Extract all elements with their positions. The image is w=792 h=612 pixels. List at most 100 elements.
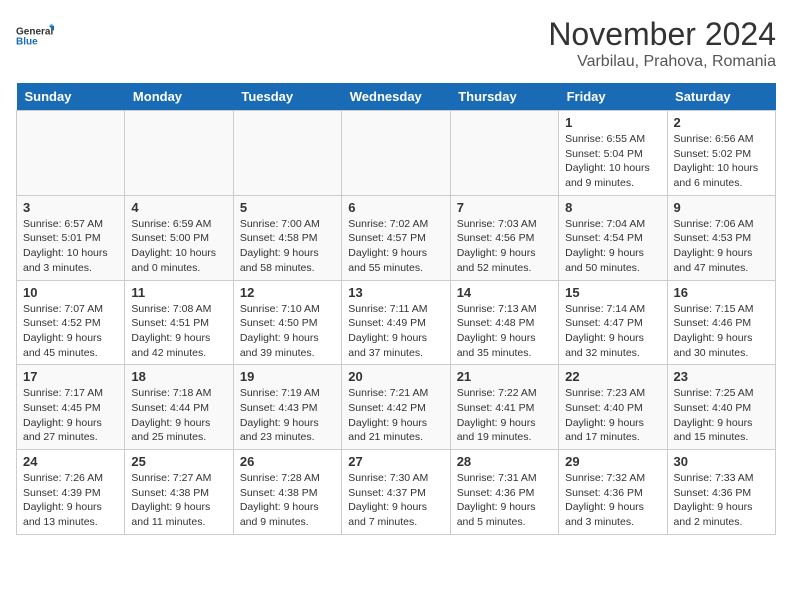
- weekday-header-sunday: Sunday: [17, 83, 125, 111]
- calendar-cell: 12 Sunrise: 7:10 AM Sunset: 4:50 PM Dayli…: [233, 280, 341, 365]
- day-number: 11: [131, 285, 226, 300]
- calendar-cell: 24Sunrise: 7:26 AM Sunset: 4:39 PM Dayli…: [17, 450, 125, 535]
- day-info: Sunrise: 7:31 AM Sunset: 4:36 PM Dayligh…: [457, 471, 552, 530]
- calendar-week-3: 10 Sunrise: 7:07 AM Sunset: 4:52 PM Dayli…: [17, 280, 776, 365]
- day-info: Sunrise: 7:21 AM Sunset: 4:42 PM Dayligh…: [348, 386, 443, 445]
- day-number: 10: [23, 285, 118, 300]
- logo-svg: General Blue: [16, 16, 56, 56]
- calendar-cell: 20 Sunrise: 7:21 AM Sunset: 4:42 PM Dayli…: [342, 365, 450, 450]
- calendar-cell: 13 Sunrise: 7:11 AM Sunset: 4:49 PM Dayli…: [342, 280, 450, 365]
- day-number: 18: [131, 369, 226, 384]
- day-number: 29: [565, 454, 660, 469]
- day-info: Sunrise: 6:59 AM Sunset: 5:00 PM Dayligh…: [131, 217, 226, 276]
- day-number: 12: [240, 285, 335, 300]
- month-title: November 2024: [548, 16, 776, 53]
- calendar-cell: 18 Sunrise: 7:18 AM Sunset: 4:44 PM Dayli…: [125, 365, 233, 450]
- day-number: 4: [131, 200, 226, 215]
- calendar-table: SundayMondayTuesdayWednesdayThursdayFrid…: [16, 83, 776, 535]
- calendar-cell: 22Sunrise: 7:23 AM Sunset: 4:40 PM Dayli…: [559, 365, 667, 450]
- calendar-cell: 4 Sunrise: 6:59 AM Sunset: 5:00 PM Daylig…: [125, 195, 233, 280]
- calendar-cell: 25Sunrise: 7:27 AM Sunset: 4:38 PM Dayli…: [125, 450, 233, 535]
- day-number: 24: [23, 454, 118, 469]
- calendar-week-1: 1 Sunrise: 6:55 AM Sunset: 5:04 PM Daylig…: [17, 111, 776, 196]
- day-number: 3: [23, 200, 118, 215]
- calendar-cell: 6Sunrise: 7:02 AM Sunset: 4:57 PM Daylig…: [342, 195, 450, 280]
- day-info: Sunrise: 7:32 AM Sunset: 4:36 PM Dayligh…: [565, 471, 660, 530]
- calendar-cell: [233, 111, 341, 196]
- day-number: 20: [348, 369, 443, 384]
- calendar-cell: 28 Sunrise: 7:31 AM Sunset: 4:36 PM Dayli…: [450, 450, 558, 535]
- calendar-week-4: 17 Sunrise: 7:17 AM Sunset: 4:45 PM Dayli…: [17, 365, 776, 450]
- calendar-cell: 1 Sunrise: 6:55 AM Sunset: 5:04 PM Daylig…: [559, 111, 667, 196]
- day-info: Sunrise: 7:10 AM Sunset: 4:50 PM Dayligh…: [240, 302, 335, 361]
- weekday-header-tuesday: Tuesday: [233, 83, 341, 111]
- day-number: 21: [457, 369, 552, 384]
- day-number: 28: [457, 454, 552, 469]
- calendar-cell: [17, 111, 125, 196]
- day-number: 25: [131, 454, 226, 469]
- day-number: 22: [565, 369, 660, 384]
- calendar-cell: [342, 111, 450, 196]
- weekday-header-row: SundayMondayTuesdayWednesdayThursdayFrid…: [17, 83, 776, 111]
- day-number: 2: [674, 115, 769, 130]
- calendar-cell: 21 Sunrise: 7:22 AM Sunset: 4:41 PM Dayli…: [450, 365, 558, 450]
- day-number: 23: [674, 369, 769, 384]
- calendar-cell: 8 Sunrise: 7:04 AM Sunset: 4:54 PM Daylig…: [559, 195, 667, 280]
- calendar-cell: [450, 111, 558, 196]
- day-info: Sunrise: 7:07 AM Sunset: 4:52 PM Dayligh…: [23, 302, 118, 361]
- day-info: Sunrise: 7:03 AM Sunset: 4:56 PM Dayligh…: [457, 217, 552, 276]
- day-info: Sunrise: 7:28 AM Sunset: 4:38 PM Dayligh…: [240, 471, 335, 530]
- calendar-cell: 5 Sunrise: 7:00 AM Sunset: 4:58 PM Daylig…: [233, 195, 341, 280]
- calendar-cell: 17 Sunrise: 7:17 AM Sunset: 4:45 PM Dayli…: [17, 365, 125, 450]
- weekday-header-friday: Friday: [559, 83, 667, 111]
- day-info: Sunrise: 7:11 AM Sunset: 4:49 PM Dayligh…: [348, 302, 443, 361]
- day-info: Sunrise: 7:19 AM Sunset: 4:43 PM Dayligh…: [240, 386, 335, 445]
- svg-text:General: General: [16, 27, 53, 38]
- calendar-cell: 10 Sunrise: 7:07 AM Sunset: 4:52 PM Dayli…: [17, 280, 125, 365]
- day-number: 13: [348, 285, 443, 300]
- calendar-cell: 15 Sunrise: 7:14 AM Sunset: 4:47 PM Dayli…: [559, 280, 667, 365]
- calendar-cell: 9 Sunrise: 7:06 AM Sunset: 4:53 PM Daylig…: [667, 195, 775, 280]
- calendar-cell: 2 Sunrise: 6:56 AM Sunset: 5:02 PM Daylig…: [667, 111, 775, 196]
- title-area: November 2024 Varbilau, Prahova, Romania: [548, 16, 776, 71]
- day-info: Sunrise: 7:00 AM Sunset: 4:58 PM Dayligh…: [240, 217, 335, 276]
- day-number: 8: [565, 200, 660, 215]
- day-info: Sunrise: 7:14 AM Sunset: 4:47 PM Dayligh…: [565, 302, 660, 361]
- day-info: Sunrise: 7:18 AM Sunset: 4:44 PM Dayligh…: [131, 386, 226, 445]
- calendar-cell: 16Sunrise: 7:15 AM Sunset: 4:46 PM Dayli…: [667, 280, 775, 365]
- day-info: Sunrise: 6:56 AM Sunset: 5:02 PM Dayligh…: [674, 132, 769, 191]
- calendar-cell: 3 Sunrise: 6:57 AM Sunset: 5:01 PM Daylig…: [17, 195, 125, 280]
- calendar-cell: 27Sunrise: 7:30 AM Sunset: 4:37 PM Dayli…: [342, 450, 450, 535]
- calendar-week-2: 3 Sunrise: 6:57 AM Sunset: 5:01 PM Daylig…: [17, 195, 776, 280]
- day-number: 27: [348, 454, 443, 469]
- calendar-cell: 19 Sunrise: 7:19 AM Sunset: 4:43 PM Dayli…: [233, 365, 341, 450]
- calendar-week-5: 24Sunrise: 7:26 AM Sunset: 4:39 PM Dayli…: [17, 450, 776, 535]
- day-number: 1: [565, 115, 660, 130]
- calendar-cell: 29 Sunrise: 7:32 AM Sunset: 4:36 PM Dayli…: [559, 450, 667, 535]
- calendar-cell: 26Sunrise: 7:28 AM Sunset: 4:38 PM Dayli…: [233, 450, 341, 535]
- day-number: 30: [674, 454, 769, 469]
- day-number: 17: [23, 369, 118, 384]
- svg-text:Blue: Blue: [16, 37, 38, 48]
- day-info: Sunrise: 7:06 AM Sunset: 4:53 PM Dayligh…: [674, 217, 769, 276]
- day-number: 7: [457, 200, 552, 215]
- day-number: 19: [240, 369, 335, 384]
- day-info: Sunrise: 6:57 AM Sunset: 5:01 PM Dayligh…: [23, 217, 118, 276]
- calendar-cell: 14Sunrise: 7:13 AM Sunset: 4:48 PM Dayli…: [450, 280, 558, 365]
- day-info: Sunrise: 7:22 AM Sunset: 4:41 PM Dayligh…: [457, 386, 552, 445]
- day-info: Sunrise: 6:55 AM Sunset: 5:04 PM Dayligh…: [565, 132, 660, 191]
- day-info: Sunrise: 7:25 AM Sunset: 4:40 PM Dayligh…: [674, 386, 769, 445]
- day-info: Sunrise: 7:17 AM Sunset: 4:45 PM Dayligh…: [23, 386, 118, 445]
- calendar-cell: 30 Sunrise: 7:33 AM Sunset: 4:36 PM Dayli…: [667, 450, 775, 535]
- day-number: 15: [565, 285, 660, 300]
- day-number: 5: [240, 200, 335, 215]
- weekday-header-monday: Monday: [125, 83, 233, 111]
- day-number: 9: [674, 200, 769, 215]
- day-info: Sunrise: 7:33 AM Sunset: 4:36 PM Dayligh…: [674, 471, 769, 530]
- day-info: Sunrise: 7:15 AM Sunset: 4:46 PM Dayligh…: [674, 302, 769, 361]
- weekday-header-thursday: Thursday: [450, 83, 558, 111]
- calendar-cell: [125, 111, 233, 196]
- calendar-cell: 11Sunrise: 7:08 AM Sunset: 4:51 PM Dayli…: [125, 280, 233, 365]
- location: Varbilau, Prahova, Romania: [548, 53, 776, 71]
- day-info: Sunrise: 7:04 AM Sunset: 4:54 PM Dayligh…: [565, 217, 660, 276]
